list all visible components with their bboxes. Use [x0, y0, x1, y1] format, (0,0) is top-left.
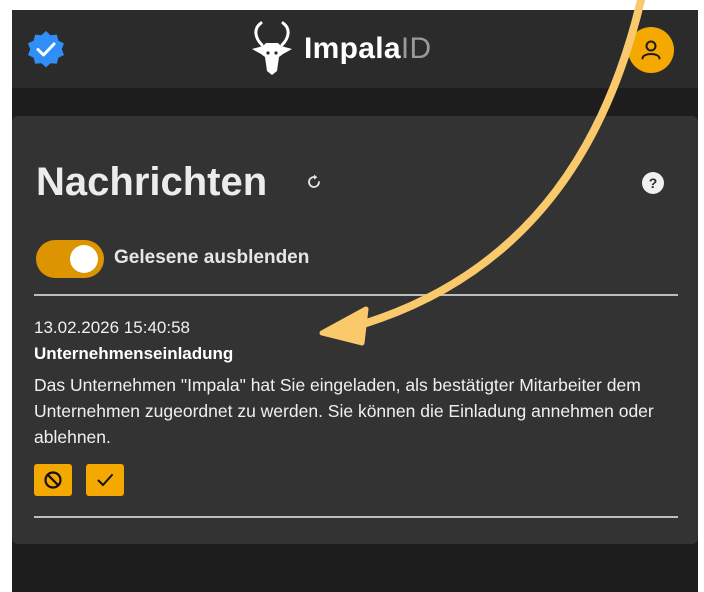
decline-button[interactable]: [34, 464, 72, 496]
brand-suffix: ID: [400, 32, 432, 65]
help-icon-glyph: ?: [648, 175, 658, 191]
profile-button[interactable]: [628, 27, 674, 73]
brand-name: Impala: [304, 32, 401, 65]
impala-head-icon: [252, 21, 292, 75]
accept-button[interactable]: [86, 464, 124, 496]
user-icon: [641, 40, 661, 60]
message-actions: [34, 464, 124, 496]
accept-icon: [97, 474, 113, 486]
hide-read-label: Gelesene ausblenden: [114, 247, 310, 268]
hide-read-toggle[interactable]: [36, 240, 104, 278]
help-icon[interactable]: ?: [642, 172, 664, 194]
divider-bottom: [34, 516, 678, 518]
top-bar: ImpalaID: [12, 10, 698, 88]
page-title: Nachrichten: [36, 160, 268, 204]
message-title: Unternehmenseinladung: [34, 344, 234, 363]
message-date: 13.02.2026 15:40:58: [34, 318, 190, 337]
toggle-knob: [70, 245, 98, 273]
refresh-icon[interactable]: [304, 172, 324, 192]
app-window: ImpalaID Nachrichten ? Gelesene ausblend…: [12, 10, 698, 592]
verified-badge-icon[interactable]: [26, 30, 66, 70]
decline-icon: [44, 471, 62, 489]
message-body: Das Unternehmen "Impala" hat Sie eingela…: [34, 375, 654, 447]
messages-panel: Nachrichten ? Gelesene ausblenden 13.02.…: [12, 116, 698, 544]
divider-top: [34, 294, 678, 296]
brand-logo[interactable]: ImpalaID: [248, 18, 431, 80]
